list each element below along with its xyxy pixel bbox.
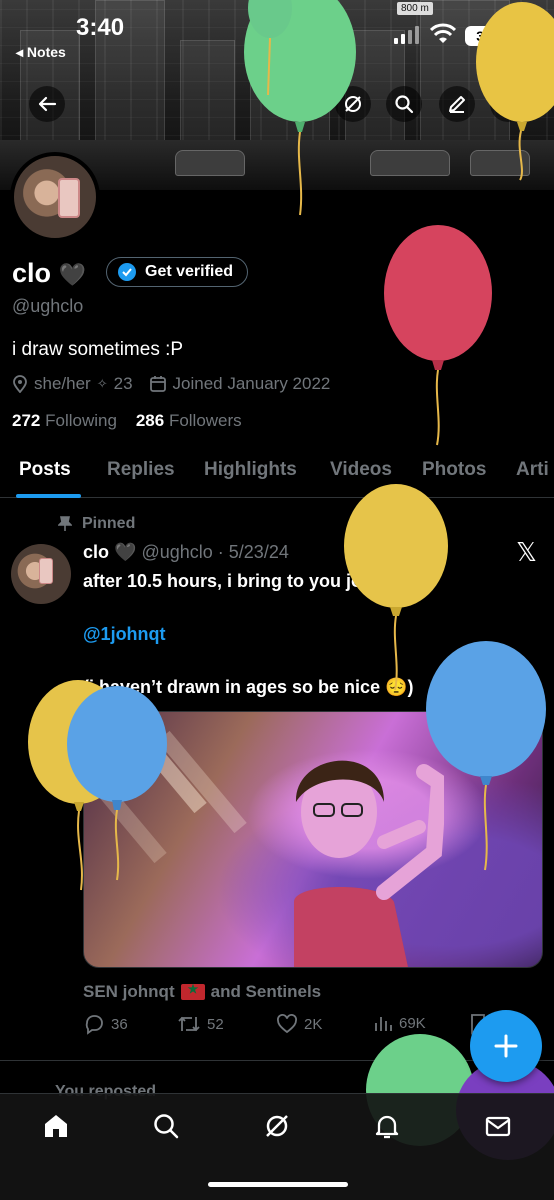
status-bar: 3:40 ◂ Notes 36 bbox=[0, 0, 554, 75]
x-logo-icon[interactable]: 𝕏 bbox=[516, 538, 537, 568]
messages-icon bbox=[485, 1116, 511, 1137]
grok-icon bbox=[266, 1115, 288, 1137]
back-button[interactable] bbox=[29, 86, 65, 122]
nav-grok[interactable] bbox=[257, 1108, 297, 1144]
reply-button[interactable]: 36 bbox=[83, 1013, 128, 1035]
profile-name: clo 🖤 bbox=[12, 258, 86, 289]
following-link[interactable]: 272 Following bbox=[12, 411, 117, 430]
followers-label: Followers bbox=[168, 411, 242, 430]
search-icon bbox=[395, 95, 414, 114]
tab-replies[interactable]: Replies bbox=[107, 459, 175, 481]
edit-button[interactable] bbox=[439, 86, 475, 122]
profile-handle: @ughclo bbox=[12, 296, 84, 316]
balloon-red bbox=[384, 225, 492, 446]
post-author-name[interactable]: clo bbox=[83, 542, 109, 562]
like-button[interactable]: 2K bbox=[276, 1013, 322, 1035]
repost-count: 52 bbox=[207, 1015, 224, 1033]
search-button[interactable] bbox=[386, 86, 422, 122]
notifications-icon bbox=[375, 1115, 399, 1139]
like-count: 2K bbox=[304, 1015, 323, 1033]
post-header: clo 🖤 @ughclo · 5/23/24 bbox=[83, 542, 289, 563]
post-media-image[interactable] bbox=[83, 711, 543, 968]
media-caption[interactable]: SEN johnqt and Sentinels bbox=[83, 982, 321, 1002]
grok-icon bbox=[345, 96, 361, 112]
get-verified-label: Get verified bbox=[145, 263, 234, 280]
verified-badge-icon bbox=[118, 263, 136, 281]
back-arrow-icon bbox=[38, 96, 57, 112]
reply-icon bbox=[85, 1015, 103, 1035]
profile-meta: she/her ✧ 23 Joined January 2022 bbox=[12, 374, 330, 394]
post-author-avatar[interactable] bbox=[11, 544, 71, 604]
location-icon bbox=[13, 375, 27, 393]
profile-follow-stats: 272 Following 286 Followers bbox=[12, 411, 242, 431]
search-icon bbox=[154, 1114, 179, 1139]
post-text-line-1: after 10.5 hours, i bring to you johnqt bbox=[83, 571, 402, 591]
pinned-label: Pinned bbox=[82, 515, 136, 532]
tab-photos[interactable]: Photos bbox=[422, 459, 486, 481]
home-indicator[interactable] bbox=[208, 1182, 348, 1187]
post-mention-link[interactable]: @1johnqt bbox=[83, 624, 166, 645]
compose-button[interactable] bbox=[470, 1010, 542, 1082]
views-button[interactable]: 69K bbox=[373, 1013, 426, 1033]
battery-indicator: 36 bbox=[465, 26, 503, 46]
following-count: 272 bbox=[12, 411, 41, 430]
pin-icon bbox=[58, 516, 72, 531]
followers-count: 286 bbox=[135, 411, 165, 430]
views-icon bbox=[375, 1017, 392, 1031]
get-verified-button[interactable]: Get verified bbox=[106, 257, 249, 287]
compose-plus-icon bbox=[494, 1034, 518, 1058]
profile-sparkle: ✧ bbox=[96, 376, 108, 392]
profile-name-emoji: 🖤 bbox=[58, 263, 86, 288]
nav-notifications[interactable] bbox=[367, 1108, 407, 1144]
nav-search[interactable] bbox=[146, 1108, 186, 1144]
tab-highlights[interactable]: Highlights bbox=[204, 459, 297, 481]
profile-joined: Joined January 2022 bbox=[172, 374, 331, 393]
profile-avatar[interactable] bbox=[10, 152, 100, 242]
profile-tabs: Posts Replies Highlights Videos Photos A… bbox=[0, 448, 554, 498]
calendar-icon bbox=[149, 376, 166, 392]
wifi-icon bbox=[430, 23, 456, 43]
active-tab-indicator bbox=[16, 494, 81, 498]
post-separator bbox=[0, 1060, 554, 1061]
share-button[interactable] bbox=[490, 86, 526, 122]
like-icon bbox=[277, 1014, 297, 1034]
artwork-figure bbox=[294, 760, 444, 967]
profile-pronouns: she/her bbox=[34, 374, 91, 393]
repost-icon bbox=[178, 1016, 200, 1032]
tab-videos[interactable]: Videos bbox=[330, 459, 392, 481]
profile-display-name: clo bbox=[12, 258, 52, 288]
flag-icon bbox=[180, 982, 205, 1000]
profile-age: 23 bbox=[113, 374, 133, 393]
status-time: 3:40 bbox=[76, 14, 125, 41]
edit-icon bbox=[449, 96, 465, 113]
post-text-line-3: (i haven’t drawn in ages so be nice 😔) bbox=[83, 677, 414, 697]
nav-messages[interactable] bbox=[478, 1108, 518, 1144]
reply-count: 36 bbox=[111, 1015, 128, 1033]
views-count: 69K bbox=[399, 1014, 426, 1032]
home-icon bbox=[45, 1115, 67, 1137]
caption-suffix: and Sentinels bbox=[210, 982, 322, 1001]
followers-link[interactable]: 286 Followers bbox=[136, 411, 242, 430]
cellular-signal-icon bbox=[394, 26, 419, 44]
repost-button[interactable]: 52 bbox=[177, 1013, 224, 1035]
share-icon bbox=[500, 94, 516, 113]
following-label: Following bbox=[45, 411, 117, 430]
grok-button[interactable] bbox=[335, 86, 371, 122]
back-to-app-link[interactable]: ◂ Notes bbox=[16, 44, 66, 61]
tab-articles[interactable]: Arti bbox=[516, 459, 549, 481]
profile-bio: i draw sometimes :P bbox=[12, 339, 184, 360]
tab-posts[interactable]: Posts bbox=[19, 459, 71, 481]
post-author-emoji: 🖤 bbox=[114, 542, 137, 563]
pinned-indicator: Pinned bbox=[58, 515, 135, 533]
post-handle-date: @ughclo · 5/23/24 bbox=[141, 542, 289, 562]
nav-home[interactable] bbox=[36, 1108, 76, 1144]
caption-prefix: SEN johnqt bbox=[83, 982, 175, 1001]
